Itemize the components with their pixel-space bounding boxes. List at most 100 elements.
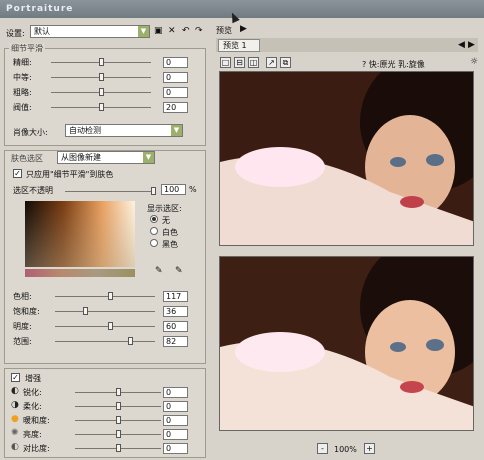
split-vertical-button[interactable]: ◫ (248, 57, 259, 68)
color-picker-shade (25, 201, 135, 267)
chevron-down-icon: ▼ (138, 26, 149, 37)
radio-black[interactable] (150, 239, 158, 247)
smooth-value-1[interactable]: 0 (163, 72, 188, 83)
smooth-value-3[interactable]: 20 (163, 102, 188, 113)
single-view-button[interactable]: □ (220, 57, 231, 68)
skin-value-2[interactable]: 60 (163, 321, 188, 332)
smooth-label-2: 粗略: (13, 88, 32, 97)
brightness-icon: ✺ (11, 428, 19, 438)
play-icon[interactable]: ▶ (240, 25, 247, 34)
save-icon[interactable]: ▣ (154, 27, 163, 36)
settings-panel: 设置: 默认 ▼ ▣ ✕ ↶ ↷ 细节平滑 精细: 0 中等: 0 粗略: 0 阀值: 20 肖… (2, 20, 208, 458)
preview-panel: 预览 ▶ 预览 1 ◀ ▶ □ ⊟ ◫ ↗ ⧉ ? 快:原光 乳:旋像 ☼ - … (212, 20, 482, 458)
chevron-down-icon: ▼ (143, 152, 154, 163)
hue-range-bar[interactable] (25, 269, 135, 277)
export-button[interactable]: ↗ (266, 57, 277, 68)
smooth-value-0[interactable]: 0 (163, 57, 188, 68)
enhance-value-4[interactable]: 0 (163, 443, 188, 454)
window-title: Portraiture (0, 0, 484, 18)
opacity-label: 选区不透明 (13, 186, 53, 195)
radio-none-label: 无 (162, 216, 170, 225)
delete-icon[interactable]: ✕ (168, 27, 176, 36)
skin-slider-thumb-3[interactable] (128, 337, 133, 345)
enhance-value-3[interactable]: 0 (163, 429, 188, 440)
zoom-in-button[interactable]: + (364, 443, 375, 454)
smooth-label-1: 中等: (13, 73, 32, 82)
skin-slider-track-3[interactable] (55, 341, 155, 342)
copy-button[interactable]: ⧉ (280, 57, 291, 68)
skin-label-0: 色相: (13, 292, 32, 301)
preview-image-processed (219, 256, 474, 431)
smooth-slider-thumb-1[interactable] (99, 73, 104, 81)
preview-image-original (219, 71, 474, 246)
skin-slider-track-2[interactable] (55, 326, 155, 327)
skin-value-0[interactable]: 117 (163, 291, 188, 302)
radio-white-label: 白色 (162, 228, 178, 237)
opacity-slider-track[interactable] (65, 191, 153, 192)
soften-icon: ◑ (11, 400, 19, 410)
redo-icon[interactable]: ↷ (195, 27, 203, 36)
enhance-slider-thumb-4[interactable] (116, 444, 121, 452)
contrast-icon: ◐ (11, 442, 19, 452)
eyedropper-plus-icon[interactable]: ✎ (175, 267, 183, 276)
skin-slider-track-0[interactable] (55, 296, 155, 297)
split-horizontal-button[interactable]: ⊟ (234, 57, 245, 68)
portrait-size-select[interactable]: 自动检测 ▼ (65, 124, 183, 137)
skin-mode-select[interactable]: 从图像新建 ▼ (57, 151, 155, 164)
skin-slider-thumb-0[interactable] (108, 292, 113, 300)
smooth-slider-thumb-2[interactable] (99, 88, 104, 96)
opacity-value[interactable]: 100 (161, 184, 186, 195)
radio-white[interactable] (150, 227, 158, 235)
percent-label: % (189, 185, 197, 194)
skin-only-checkbox[interactable]: ✓ (13, 169, 22, 178)
portrait-size-value: 自动检测 (69, 126, 101, 135)
sun-icon[interactable]: ☼ (470, 58, 478, 67)
enhance-title: 增强 (25, 374, 41, 383)
opacity-slider-thumb[interactable] (151, 187, 156, 195)
skin-mode-value: 从图像新建 (61, 153, 101, 162)
enhance-group: ✓ 增强 锐化: ◐ 0 柔化: ◑ 0 暖和度: ● 0 亮度: ✺ 0 对比度: ◐ 0 (4, 368, 206, 458)
enhance-checkbox[interactable]: ✓ (11, 373, 20, 382)
enhance-value-1[interactable]: 0 (163, 401, 188, 412)
undo-icon[interactable]: ↶ (182, 27, 190, 36)
preview-info: ? 快:原光 乳:旋像 (362, 60, 425, 69)
enhance-label-1: 柔化: (23, 402, 42, 411)
skin-label-3: 范围: (13, 337, 32, 346)
skin-value-3[interactable]: 82 (163, 336, 188, 347)
zoom-out-button[interactable]: - (317, 443, 328, 454)
settings-value: 默认 (34, 27, 50, 36)
skin-slider-thumb-1[interactable] (83, 307, 88, 315)
skin-label-2: 明度: (13, 322, 32, 331)
enhance-value-0[interactable]: 0 (163, 387, 188, 398)
radio-none[interactable] (150, 215, 158, 223)
tab-prev-icon[interactable]: ◀ (458, 41, 465, 50)
enhance-slider-thumb-3[interactable] (116, 430, 121, 438)
tab-next-icon[interactable]: ▶ (468, 41, 475, 50)
smooth-value-2[interactable]: 0 (163, 87, 188, 98)
enhance-slider-thumb-1[interactable] (116, 402, 121, 410)
settings-select[interactable]: 默认 ▼ (30, 25, 150, 38)
enhance-label-3: 亮度: (23, 430, 42, 439)
eyedropper-icon[interactable]: ✎ (155, 267, 163, 276)
skin-slider-thumb-2[interactable] (108, 322, 113, 330)
radio-black-label: 黑色 (162, 240, 178, 249)
smooth-slider-thumb-0[interactable] (99, 58, 104, 66)
skin-slider-track-1[interactable] (55, 311, 155, 312)
enhance-label-2: 暖和度: (23, 416, 50, 425)
preview-label: 预览 (216, 26, 232, 35)
warmth-icon: ● (11, 414, 19, 424)
tab-preview-1[interactable]: 预览 1 (218, 39, 260, 52)
portraiture-window: Portraiture 设置: 默认 ▼ ▣ ✕ ↶ ↷ 细节平滑 精细: 0 中等:… (0, 0, 484, 460)
skin-tone-title: 肤色选区 (9, 153, 45, 164)
enhance-slider-thumb-2[interactable] (116, 416, 121, 424)
skin-value-1[interactable]: 36 (163, 306, 188, 317)
portrait-photo-icon (220, 257, 473, 430)
detail-smoothing-group: 细节平滑 精细: 0 中等: 0 粗略: 0 阀值: 20 肖像大小: 自动检测 ▼ (4, 43, 206, 146)
enhance-slider-thumb-0[interactable] (116, 388, 121, 396)
enhance-value-2[interactable]: 0 (163, 415, 188, 426)
smooth-label-0: 精细: (13, 58, 32, 67)
chevron-down-icon: ▼ (171, 125, 182, 136)
portrait-photo-icon (220, 72, 473, 245)
smooth-slider-thumb-3[interactable] (99, 103, 104, 111)
skin-tone-group: 肤色选区 从图像新建 ▼ ✓ 只应用"细节平滑"到肤色 选区不透明 100 % 显… (4, 150, 206, 364)
